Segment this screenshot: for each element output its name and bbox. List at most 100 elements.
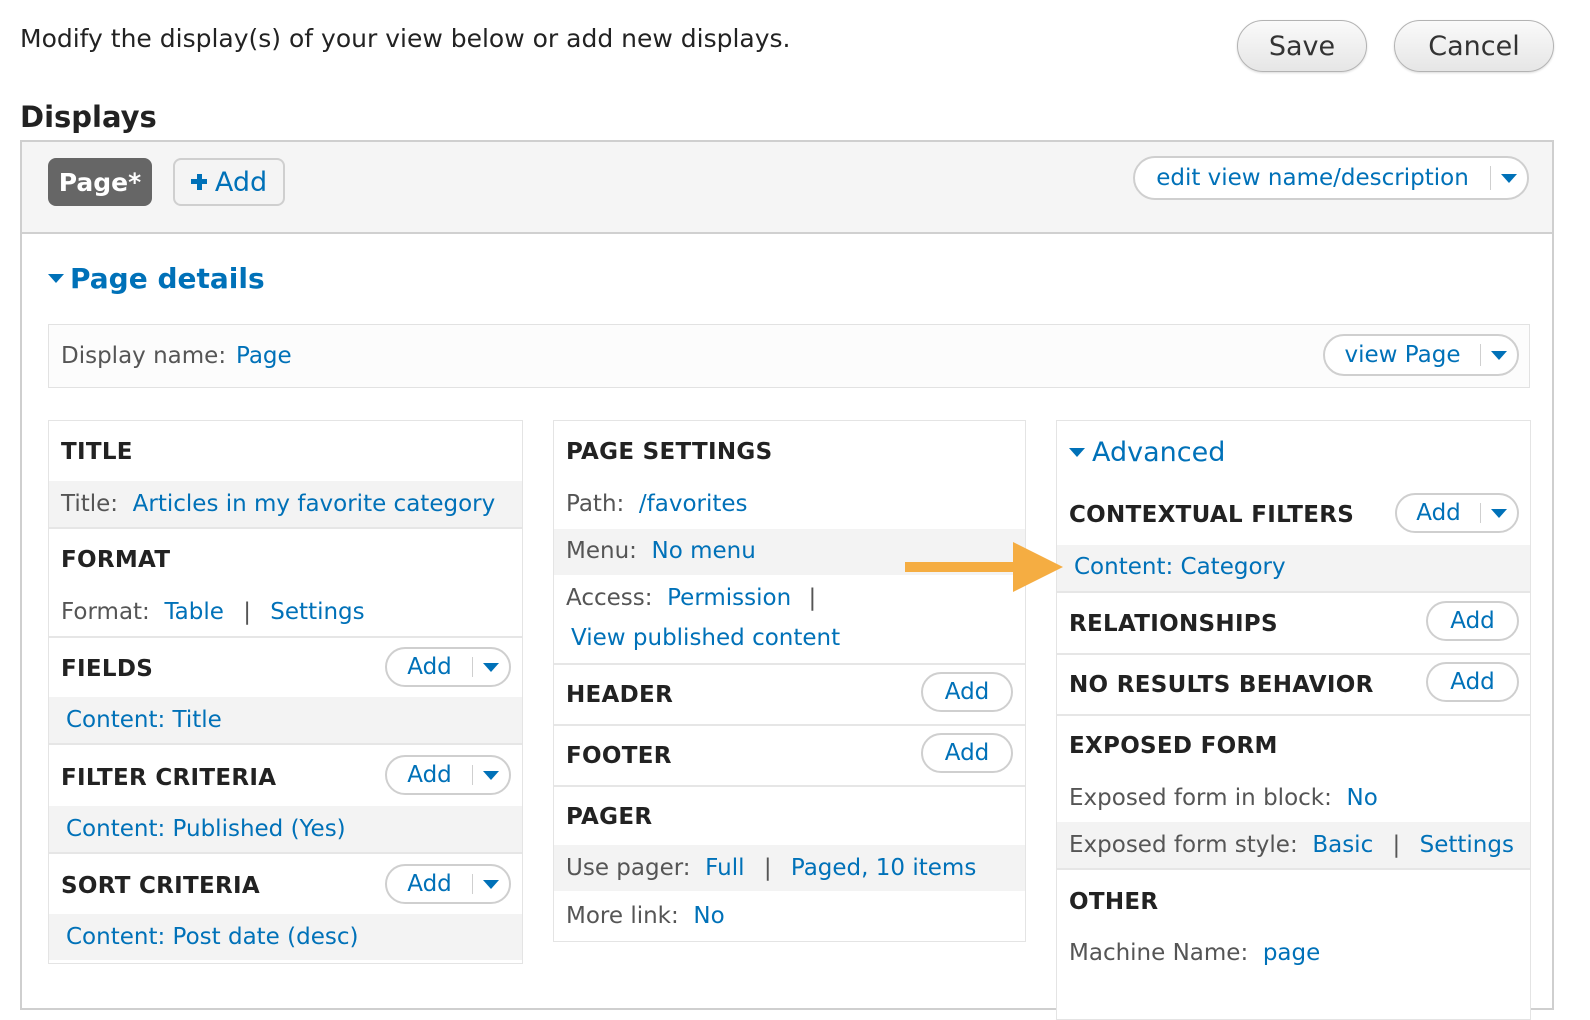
more-link-row: More link: No [566, 903, 725, 929]
annotation-arrow-icon [905, 542, 1063, 592]
divider [49, 852, 522, 854]
contextual-category-link[interactable]: Content: Category [1074, 554, 1286, 580]
caret-down-icon [1069, 448, 1085, 457]
header-add-label[interactable]: Add [923, 674, 1011, 710]
sort-criteria-header: SORT CRITERIA [61, 873, 261, 899]
format-row: Format: Table | Settings [61, 599, 365, 625]
chevron-down-icon [1501, 173, 1517, 183]
menu-link[interactable]: No menu [652, 538, 756, 564]
separator: | [243, 599, 251, 625]
chevron-down-icon [483, 879, 499, 889]
divider [554, 663, 1025, 665]
path-link[interactable]: /favorites [639, 491, 748, 517]
field-content-title-link[interactable]: Content: Title [66, 707, 222, 733]
relationships-header: RELATIONSHIPS [1069, 611, 1278, 637]
machine-name-label: Machine Name: [1069, 940, 1249, 966]
page-details-label: Page details [70, 262, 265, 295]
save-button[interactable]: Save [1237, 20, 1367, 72]
more-link-value[interactable]: No [693, 903, 724, 929]
access-view-published-link[interactable]: View published content [571, 625, 840, 651]
intro-text: Modify the display(s) of your view below… [20, 24, 791, 53]
sort-post-date-link[interactable]: Content: Post date (desc) [66, 924, 358, 950]
access-permission-link[interactable]: Permission [667, 585, 791, 611]
column-left: TITLE Title: Articles in my favorite cat… [48, 420, 523, 964]
displays-heading: Displays [20, 100, 157, 134]
filter-add-toggle[interactable] [473, 757, 509, 793]
cancel-button[interactable]: Cancel [1394, 20, 1554, 72]
page-details-toggle[interactable]: Page details [48, 262, 265, 295]
no-results-add-label[interactable]: Add [1428, 664, 1517, 700]
contextual-add-toggle[interactable] [1481, 495, 1517, 531]
page-settings-header: PAGE SETTINGS [566, 439, 773, 465]
filter-add-dropbutton[interactable]: Add [385, 755, 511, 795]
add-display-label: Add [214, 166, 268, 198]
advanced-label: Advanced [1092, 437, 1226, 468]
edit-view-name-dropbutton[interactable]: edit view name/description [1133, 156, 1529, 200]
divider [49, 743, 522, 745]
exposed-style-settings-link[interactable]: Settings [1420, 832, 1514, 858]
title-row: Title: Articles in my favorite category [49, 481, 522, 527]
fields-add-toggle[interactable] [473, 649, 509, 685]
format-settings-link[interactable]: Settings [270, 599, 364, 625]
fields-add-dropbutton[interactable]: Add [385, 647, 511, 687]
pager-section-header: PAGER [566, 804, 653, 830]
pager-paged-link[interactable]: Paged, 10 items [791, 855, 976, 881]
display-name-link[interactable]: Page [236, 343, 292, 369]
path-label: Path: [566, 491, 625, 517]
title-section-header: TITLE [61, 439, 133, 465]
exposed-block-link[interactable]: No [1346, 785, 1377, 811]
contextual-add-label[interactable]: Add [1397, 495, 1480, 531]
footer-add-button[interactable]: Add [921, 733, 1013, 773]
divider [554, 724, 1025, 726]
pager-full-link[interactable]: Full [705, 855, 744, 881]
tab-page[interactable]: Page* [48, 158, 152, 206]
other-header: OTHER [1069, 889, 1159, 915]
view-page-label[interactable]: view Page [1325, 336, 1480, 374]
path-row: Path: /favorites [566, 491, 748, 517]
divider [49, 527, 522, 529]
filter-published-link[interactable]: Content: Published (Yes) [66, 816, 346, 842]
add-display-button[interactable]: Add [173, 158, 285, 206]
column-right: Advanced CONTEXTUAL FILTERS Add Content:… [1056, 420, 1531, 1020]
contextual-filters-header: CONTEXTUAL FILTERS [1069, 502, 1355, 528]
format-table-link[interactable]: Table [164, 599, 223, 625]
footer-add-label[interactable]: Add [923, 735, 1011, 771]
title-link[interactable]: Articles in my favorite category [133, 491, 496, 517]
machine-name-row: Machine Name: page [1069, 940, 1320, 966]
advanced-toggle[interactable]: Advanced [1069, 437, 1225, 468]
column-middle: PAGE SETTINGS Path: /favorites Menu: No … [553, 420, 1026, 942]
sort-add-label[interactable]: Add [387, 866, 472, 902]
filter-criteria-header: FILTER CRITERIA [61, 765, 277, 791]
use-pager-row: Use pager: Full | Paged, 10 items [554, 845, 1025, 891]
contextual-add-dropbutton[interactable]: Add [1395, 493, 1519, 533]
contextual-row: Content: Category [1057, 545, 1530, 591]
chevron-down-icon [1491, 350, 1507, 360]
sort-add-dropbutton[interactable]: Add [385, 864, 511, 904]
relationships-add-button[interactable]: Add [1426, 601, 1519, 641]
chevron-down-icon [483, 770, 499, 780]
exposed-style-row: Exposed form style: Basic | Settings [1057, 822, 1530, 868]
edit-view-toggle[interactable] [1491, 158, 1527, 198]
header-add-button[interactable]: Add [921, 672, 1013, 712]
edit-view-name-label[interactable]: edit view name/description [1135, 158, 1490, 198]
machine-name-link[interactable]: page [1263, 940, 1320, 966]
fields-add-label[interactable]: Add [387, 649, 472, 685]
chevron-down-icon [483, 662, 499, 672]
use-pager-label: Use pager: [566, 855, 691, 881]
displays-frame: Page* Add edit view name/description Pag… [20, 140, 1554, 1020]
title-label: Title: [61, 491, 119, 517]
menu-label: Menu: [566, 538, 637, 564]
no-results-add-button[interactable]: Add [1426, 662, 1519, 702]
exposed-style-basic-link[interactable]: Basic [1312, 832, 1373, 858]
sort-row: Content: Post date (desc) [49, 914, 522, 960]
view-page-dropbutton[interactable]: view Page [1323, 334, 1519, 376]
sort-add-toggle[interactable] [473, 866, 509, 902]
access-row: Access: Permission | [566, 585, 816, 611]
relationships-add-label[interactable]: Add [1428, 603, 1517, 639]
format-section-header: FORMAT [61, 547, 171, 573]
fields-section-header: FIELDS [61, 656, 154, 682]
filter-add-label[interactable]: Add [387, 757, 472, 793]
more-link-label: More link: [566, 903, 679, 929]
view-page-toggle[interactable] [1481, 336, 1517, 374]
display-name-label: Display name: [61, 343, 227, 369]
